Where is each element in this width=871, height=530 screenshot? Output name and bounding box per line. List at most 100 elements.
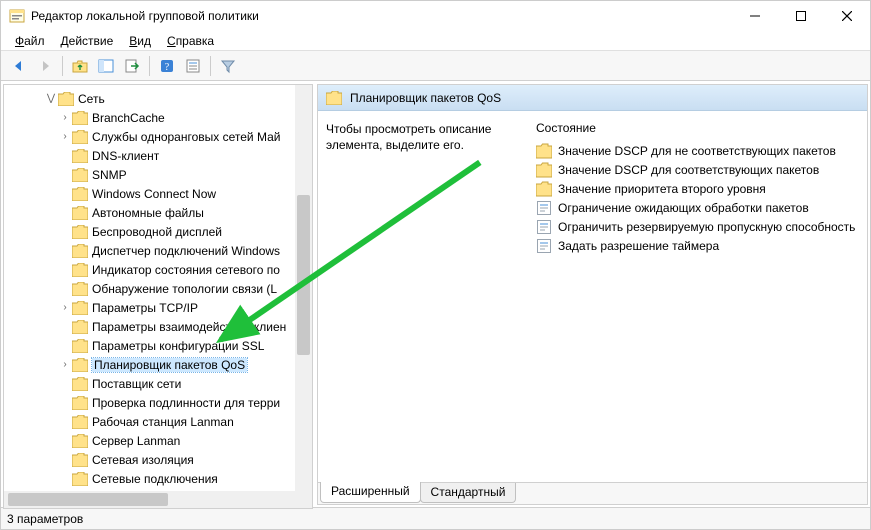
- menu-file[interactable]: Файл: [7, 32, 53, 50]
- horizontal-scrollbar[interactable]: [4, 491, 295, 508]
- menu-help[interactable]: Справка: [159, 32, 222, 50]
- folder-icon: [72, 415, 88, 429]
- list-item[interactable]: Ограничение ожидающих обработки пакетов: [536, 198, 859, 217]
- tree-node[interactable]: Автономные файлы: [4, 203, 295, 222]
- folder-icon: [72, 263, 88, 277]
- chevron-right-icon[interactable]: ›: [58, 359, 72, 370]
- folder-icon: [72, 244, 88, 258]
- list-item-label: Значение DSCP для соответствующих пакето…: [558, 163, 819, 177]
- folder-icon: [536, 181, 552, 197]
- tree-node[interactable]: Обнаружение топологии связи (L: [4, 279, 295, 298]
- tree-node[interactable]: Диспетчер подключений Windows: [4, 241, 295, 260]
- menu-view[interactable]: Вид: [121, 32, 159, 50]
- tree-node[interactable]: Рабочая станция Lanman: [4, 412, 295, 431]
- window-controls: [732, 1, 870, 31]
- details-header: Планировщик пакетов QoS: [318, 85, 867, 111]
- folder-icon: [72, 111, 88, 125]
- tab-standard[interactable]: Стандартный: [420, 483, 517, 503]
- menu-action[interactable]: Действие: [53, 32, 122, 50]
- tree-node-label: BranchCache: [92, 111, 165, 125]
- list-item-label: Ограничение ожидающих обработки пакетов: [558, 201, 809, 215]
- properties-button[interactable]: [181, 54, 205, 78]
- folder-icon: [72, 396, 88, 410]
- tree-node[interactable]: Windows Connect Now: [4, 184, 295, 203]
- list-item[interactable]: Значение DSCP для не соответствующих пак…: [536, 141, 859, 160]
- list-item[interactable]: Ограничить резервируемую пропускную спос…: [536, 217, 859, 236]
- folder-icon: [72, 206, 88, 220]
- tab-extended[interactable]: Расширенный: [320, 482, 421, 503]
- app-icon: [9, 8, 25, 24]
- up-folder-button[interactable]: [68, 54, 92, 78]
- tree-node[interactable]: Индикатор состояния сетевого по: [4, 260, 295, 279]
- tree-node-label: Параметры взаимодействия клиен: [92, 320, 286, 334]
- chevron-right-icon[interactable]: ›: [58, 302, 72, 313]
- export-button[interactable]: [120, 54, 144, 78]
- menu-bar: Файл Действие Вид Справка: [1, 31, 870, 51]
- close-button[interactable]: [824, 1, 870, 31]
- minimize-button[interactable]: [732, 1, 778, 31]
- tree-node[interactable]: Параметры взаимодействия клиен: [4, 317, 295, 336]
- tree-node[interactable]: › Планировщик пакетов QoS: [4, 355, 295, 374]
- setting-icon: [536, 219, 552, 235]
- window-title: Редактор локальной групповой политики: [31, 9, 732, 23]
- tree-node[interactable]: ›Службы одноранговых сетей Май: [4, 127, 295, 146]
- folder-icon: [72, 187, 88, 201]
- setting-icon: [536, 238, 552, 254]
- tree-root-node[interactable]: ⋁ Сеть: [4, 89, 295, 108]
- tree-node[interactable]: Проверка подлинности для терри: [4, 393, 295, 412]
- list-item-label: Значение DSCP для не соответствующих пак…: [558, 144, 836, 158]
- tree-node[interactable]: DNS-клиент: [4, 146, 295, 165]
- back-button[interactable]: [7, 54, 31, 78]
- tree-node[interactable]: › BranchCache: [4, 108, 295, 127]
- tree[interactable]: ⋁ Сеть › BranchCache ›Службы одноранговых …: [4, 85, 295, 491]
- tree-node-label: Планировщик пакетов QoS: [92, 358, 247, 372]
- chevron-right-icon[interactable]: ›: [58, 112, 72, 123]
- folder-icon: [72, 149, 88, 163]
- folder-icon: [58, 92, 74, 106]
- tree-node[interactable]: › Параметры TCP/IP: [4, 298, 295, 317]
- tree-node[interactable]: Поставщик сети: [4, 374, 295, 393]
- tree-node[interactable]: Параметры конфигурации SSL: [4, 336, 295, 355]
- title-bar: Редактор локальной групповой политики: [1, 1, 870, 31]
- tree-pane: ⋁ Сеть › BranchCache ›Службы одноранговых …: [3, 84, 313, 509]
- svg-text:?: ?: [165, 62, 170, 73]
- toolbar: ?: [1, 51, 870, 81]
- chevron-down-icon[interactable]: ⋁: [44, 93, 58, 104]
- folder-icon: [72, 225, 88, 239]
- tree-node-label: Автономные файлы: [92, 206, 204, 220]
- show-tree-button[interactable]: [94, 54, 118, 78]
- folder-icon: [72, 453, 88, 467]
- maximize-button[interactable]: [778, 1, 824, 31]
- help-button[interactable]: ?: [155, 54, 179, 78]
- setting-icon: [536, 200, 552, 216]
- description-text: Чтобы просмотреть описание элемента, выд…: [326, 121, 526, 482]
- folder-icon: [72, 282, 88, 296]
- tree-node[interactable]: Сервер Lanman: [4, 431, 295, 450]
- folder-icon: [72, 358, 88, 372]
- tree-node-label: Параметры TCP/IP: [92, 301, 198, 315]
- tree-node[interactable]: Сетевые подключения: [4, 469, 295, 488]
- folder-icon: [536, 143, 552, 159]
- tree-node[interactable]: Беспроводной дисплей: [4, 222, 295, 241]
- list-item[interactable]: Значение приоритета второго уровня: [536, 179, 859, 198]
- forward-button[interactable]: [33, 54, 57, 78]
- list-item[interactable]: Задать разрешение таймера: [536, 236, 859, 255]
- folder-icon: [72, 377, 88, 391]
- status-bar: 3 параметров: [1, 507, 870, 529]
- folder-icon: [72, 168, 88, 182]
- folder-icon: [72, 320, 88, 334]
- main-area: ⋁ Сеть › BranchCache ›Службы одноранговых …: [1, 81, 870, 507]
- vertical-scrollbar[interactable]: [295, 85, 312, 491]
- list-item[interactable]: Значение DSCP для соответствующих пакето…: [536, 160, 859, 179]
- filter-button[interactable]: [216, 54, 240, 78]
- tree-node-label: Рабочая станция Lanman: [92, 415, 234, 429]
- folder-icon: [536, 162, 552, 178]
- details-pane: Планировщик пакетов QoS Чтобы просмотрет…: [317, 84, 868, 505]
- tree-node-label: Индикатор состояния сетевого по: [92, 263, 280, 277]
- tree-node[interactable]: Сетевая изоляция: [4, 450, 295, 469]
- chevron-right-icon[interactable]: ›: [58, 131, 72, 142]
- list-item-label: Ограничить резервируемую пропускную спос…: [558, 220, 855, 234]
- tree-node-label: Обнаружение топологии связи (L: [92, 282, 277, 296]
- view-tabs: Расширенный Стандартный: [318, 482, 867, 504]
- tree-node[interactable]: SNMP: [4, 165, 295, 184]
